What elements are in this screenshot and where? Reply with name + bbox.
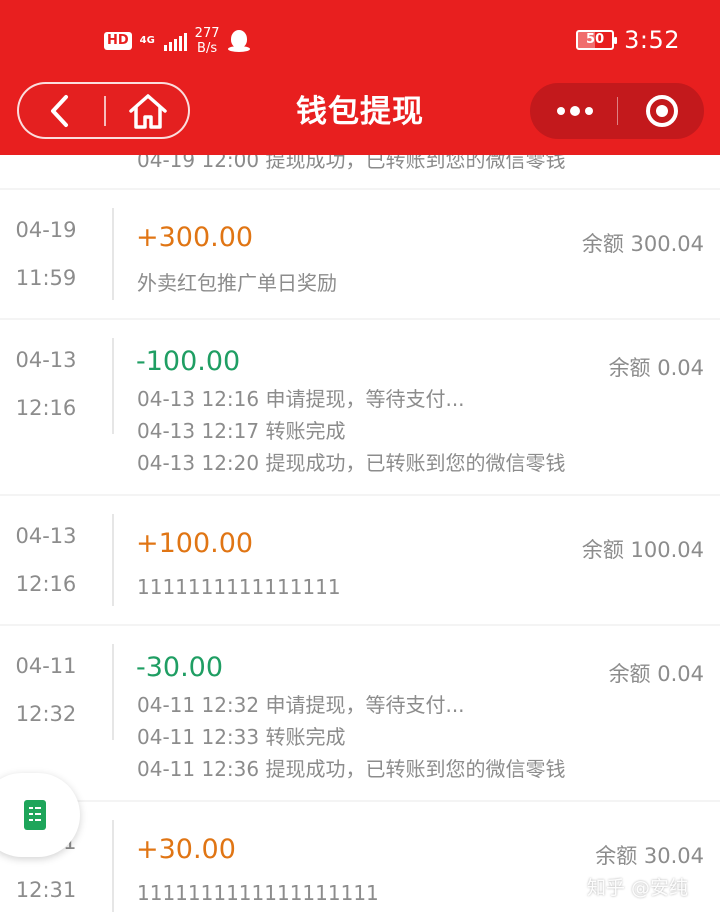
more-dots-icon <box>557 107 565 115</box>
record-divider <box>112 514 114 606</box>
record-balance: 余额 100.04 <box>581 538 704 562</box>
record-balance: 余额 300.04 <box>581 232 704 256</box>
record-divider <box>112 820 114 912</box>
qq-penguin-icon <box>227 29 250 53</box>
capsule-divider <box>617 97 618 125</box>
network-speed-value: 277 <box>194 26 220 41</box>
record-balance: 余额 30.04 <box>595 844 704 868</box>
signal-strength-icon <box>163 31 187 51</box>
list-item: 04-13 12:16 -100.00 余额 0.04 04-13 12:16 … <box>0 320 720 494</box>
network-speed-unit: B/s <box>197 41 218 56</box>
network-speed: 277 B/s <box>195 26 220 56</box>
record-balance: 余额 0.04 <box>608 662 704 686</box>
battery-icon: 50 <box>576 30 618 50</box>
record-amount: +100.00 <box>136 528 254 559</box>
close-mini-program-button[interactable] <box>640 90 684 132</box>
record-date: 04-13 <box>15 348 77 372</box>
battery-percent: 50 <box>586 32 605 47</box>
record-time: 11:59 <box>15 266 77 290</box>
mini-program-capsule <box>530 83 704 139</box>
home-button[interactable] <box>123 90 173 132</box>
record-date: 04-19 <box>15 218 77 242</box>
list-item: 04-11 12:31 +30.00 余额 30.04 111111111111… <box>0 802 720 918</box>
record-detail-line: 04-11 12:36 提现成功，已转账到您的微信零钱 <box>137 757 566 781</box>
floating-notes-button[interactable] <box>0 773 80 857</box>
record-detail-line: 04-13 12:17 转账完成 <box>137 419 346 443</box>
network-type: 4G <box>139 35 155 46</box>
records-list[interactable]: 04-19 12:00 提现成功，已转账到您的微信零钱 04-19 11:59 … <box>0 130 720 918</box>
back-button[interactable] <box>39 90 83 132</box>
record-time: 12:31 <box>15 878 77 902</box>
status-left: HD 4G 277 B/s <box>104 26 250 56</box>
home-icon <box>129 94 167 129</box>
clock: 3:52 <box>624 26 680 54</box>
record-detail-line: 04-13 12:20 提现成功，已转账到您的微信零钱 <box>137 451 566 475</box>
status-bar: HD 4G 277 B/s 50 3:52 <box>0 0 720 80</box>
record-date: 04-11 <box>15 654 77 678</box>
nav-left-capsule <box>17 82 190 139</box>
record-time: 12:32 <box>15 702 77 726</box>
target-circle-icon <box>646 95 678 127</box>
list-item: 04-11 12:32 -30.00 余额 0.04 04-11 12:32 申… <box>0 626 720 800</box>
record-detail-line: 1111111111111111111 <box>137 881 379 905</box>
chevron-left-icon <box>51 95 68 127</box>
list-item: 04-13 12:16 +100.00 余额 100.04 1111111111… <box>0 496 720 624</box>
record-detail-line: 04-13 12:16 申请提现，等待支付... <box>137 387 465 411</box>
record-divider <box>112 338 114 434</box>
record-detail-line: 04-11 12:32 申请提现，等待支付... <box>137 693 465 717</box>
record-balance: 余额 0.04 <box>608 356 704 380</box>
record-amount: +30.00 <box>136 834 236 865</box>
list-item: 04-19 11:59 +300.00 余额 300.04 外卖红包推广单日奖励 <box>0 190 720 318</box>
record-divider <box>112 208 114 300</box>
record-detail-line: 04-11 12:33 转账完成 <box>137 725 346 749</box>
app-header: HD 4G 277 B/s 50 3:52 钱包提现 <box>0 0 720 155</box>
more-button[interactable] <box>550 89 600 133</box>
record-amount: -100.00 <box>136 346 241 377</box>
nav-divider <box>104 96 106 126</box>
status-right: 50 3:52 <box>576 26 680 54</box>
record-time: 12:16 <box>15 396 77 420</box>
record-detail-line: 外卖红包推广单日奖励 <box>137 271 337 295</box>
hd-voice-icon: HD <box>104 32 132 50</box>
record-detail-line: 1111111111111111 <box>137 575 341 599</box>
watermark: 知乎 @安纯 <box>587 877 689 899</box>
record-amount: +300.00 <box>136 222 254 253</box>
record-divider <box>112 644 114 740</box>
record-time: 12:16 <box>15 572 77 596</box>
record-date: 04-13 <box>15 524 77 548</box>
document-icon <box>24 800 46 830</box>
record-amount: -30.00 <box>136 652 224 683</box>
